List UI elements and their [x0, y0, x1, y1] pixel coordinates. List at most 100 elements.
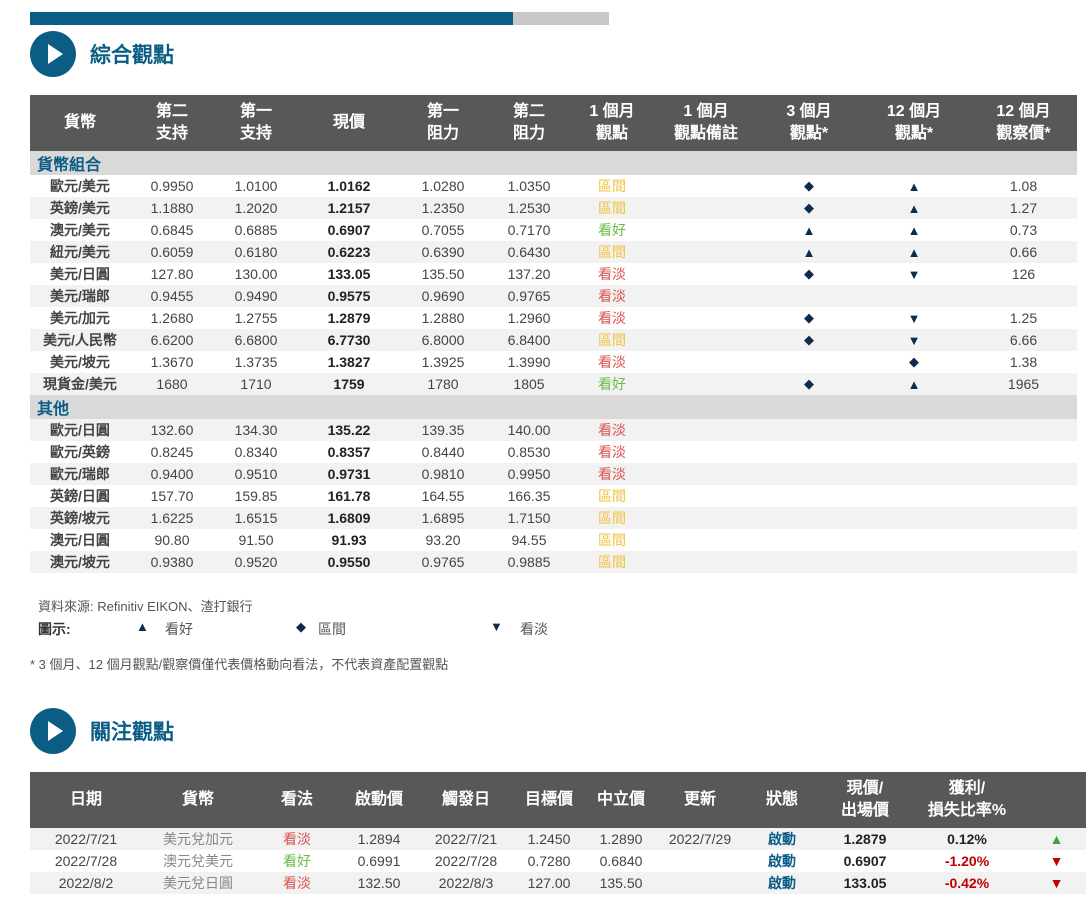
currency-pair: 美元/坡元 [50, 354, 110, 370]
column-header: 貨幣 [30, 95, 130, 151]
view-12m-icon: ▲ [858, 241, 970, 263]
price-12m: 1.25 [1009, 310, 1038, 326]
column-header: 觸發日 [418, 772, 514, 828]
column-header: 第二 支持 [130, 95, 214, 151]
resistance-1: 1780 [400, 373, 486, 395]
column-header-label: 貨幣 [63, 114, 96, 131]
table-row: 2022/7/28 澳元兌美元 看好 0.6991 2022/7/28 0.7280 0.6… [30, 850, 1086, 872]
footnote: * 3 個月、12 個月觀點/觀察價僅代表價格動向看法，不代表資產配置觀點 [30, 657, 449, 672]
trend-arrow-icon: ▲ [1026, 828, 1086, 850]
support-1: 130.00 [234, 266, 278, 282]
column-header: 獲利/損失比率% [908, 772, 1026, 828]
view-12m-icon: ▲ [858, 373, 970, 395]
view-1m-note [652, 307, 760, 329]
column-header: 第一 支持 [214, 95, 298, 151]
view-12m-icon [858, 285, 970, 307]
column-header-label: 現價 [332, 114, 365, 131]
currency-pair: 澳元/日圓 [50, 532, 110, 548]
column-header-label: 1 個月 [683, 103, 729, 120]
support-2: 90.80 [154, 532, 190, 548]
trigger-date: 2022/8/3 [418, 872, 514, 894]
column-header-label: 目標價 [524, 791, 573, 808]
column-header-label: 觀察價* [996, 125, 1051, 142]
support-1: 0.9490 [214, 285, 298, 307]
currency-pair: 英鎊/坡元 [30, 507, 130, 529]
group-row: 貨幣組合 [30, 151, 1077, 175]
spot-price: 161.78 [327, 488, 371, 504]
source-note: 資料來源: Refinitiv EIKON、渣打銀行 [38, 599, 253, 614]
support-1: 1.3735 [234, 354, 278, 370]
column-header [1026, 772, 1086, 828]
support-1: 0.8340 [234, 444, 278, 460]
view-1m-note [652, 441, 760, 463]
column-header-label: 第一 [239, 103, 272, 120]
view-cell: 看淡 [254, 872, 340, 894]
support-2: 1.2680 [150, 310, 194, 326]
support-1: 0.9510 [214, 463, 298, 485]
view-1m: 區間 [598, 532, 626, 548]
price-12m [970, 485, 1077, 507]
spot-price: 0.6223 [298, 241, 400, 263]
spot-price: 6.7730 [298, 329, 400, 351]
currency-pair: 紐元/美元 [30, 241, 130, 263]
column-header-label: 損失比率% [927, 802, 1007, 819]
column-header: 現價 [298, 95, 400, 151]
table-row: 美元/瑞郎 0.9455 0.9490 0.9575 0.9690 0.9765 看淡 [30, 285, 1077, 307]
view-3m-icon [760, 529, 858, 551]
play-icon[interactable] [30, 708, 76, 754]
column-header-label: 獲利/ [948, 780, 986, 797]
column-header-label: 阻力 [426, 125, 459, 142]
support-1: 0.6180 [214, 241, 298, 263]
view-1m: 看淡 [598, 266, 626, 282]
view-1m: 區間 [598, 488, 626, 504]
update-date [658, 872, 742, 894]
table-row: 澳元/日圓 90.80 91.50 91.93 93.20 94.55 區間 [30, 529, 1077, 551]
currency-pair: 美元/瑞郎 [30, 285, 130, 307]
entry-price: 0.6991 [357, 853, 401, 869]
support-1: 1.2020 [214, 197, 298, 219]
trend-arrow-icon: ▼ [1049, 853, 1064, 869]
support-1: 1.0100 [234, 178, 278, 194]
range-icon: ◆ [296, 619, 306, 634]
table-row: 美元/加元 1.2680 1.2755 1.2879 1.2880 1.2960 看淡 ◆ ▼ 1… [30, 307, 1077, 329]
view-1m: 看淡 [572, 463, 652, 485]
resistance-2: 94.55 [511, 532, 547, 548]
column-header: 12 個月 觀點* [858, 95, 970, 151]
view-1m-note [652, 351, 760, 373]
view-1m: 看好 [572, 373, 652, 395]
column-header-label: 啟動價 [354, 791, 403, 808]
column-header-label: 第一 [426, 103, 459, 120]
view-1m: 看淡 [598, 444, 626, 460]
column-header-label: 日期 [69, 791, 102, 808]
view-1m-note [652, 219, 760, 241]
play-icon[interactable] [30, 31, 76, 77]
spot-price: 1.3827 [327, 354, 371, 370]
price-12m [970, 529, 1077, 551]
update-date [658, 850, 742, 872]
table-row: 美元/人民幣 6.6200 6.6800 6.7730 6.8000 6.8400 區間 ◆ ▼… [30, 329, 1077, 351]
support-1: 91.50 [238, 532, 274, 548]
view-3m-icon [760, 463, 858, 485]
spot-price: 0.9575 [298, 285, 400, 307]
column-header-label: 12 個月 [996, 103, 1051, 120]
legend-label: 圖示: [38, 621, 71, 637]
support-2: 127.80 [150, 266, 194, 282]
support-2: 1.1880 [130, 197, 214, 219]
column-header: 更新 [658, 772, 742, 828]
spot-price: 0.9550 [298, 551, 400, 573]
table-row: 現貨金/美元 1680 1710 1759 1780 1805 看好 ◆ ▲ 1965 [30, 373, 1077, 395]
view-1m-note [652, 241, 760, 263]
view-1m-note [652, 263, 760, 285]
currency-cell: 澳元兌美元 [163, 853, 233, 869]
neutral-price: 135.50 [584, 872, 658, 894]
legend-bullish-text: 看好 [165, 621, 193, 637]
view-3m-icon [760, 507, 858, 529]
view-3m-icon [760, 419, 858, 441]
view-3m-icon [760, 485, 858, 507]
trigger-date: 2022/7/28 [434, 853, 498, 869]
current-price: 133.05 [822, 872, 908, 894]
price-12m: 1965 [970, 373, 1077, 395]
resistance-1: 139.35 [400, 419, 486, 441]
currency-pair: 美元/人民幣 [30, 329, 130, 351]
view-3m-icon [760, 551, 858, 573]
